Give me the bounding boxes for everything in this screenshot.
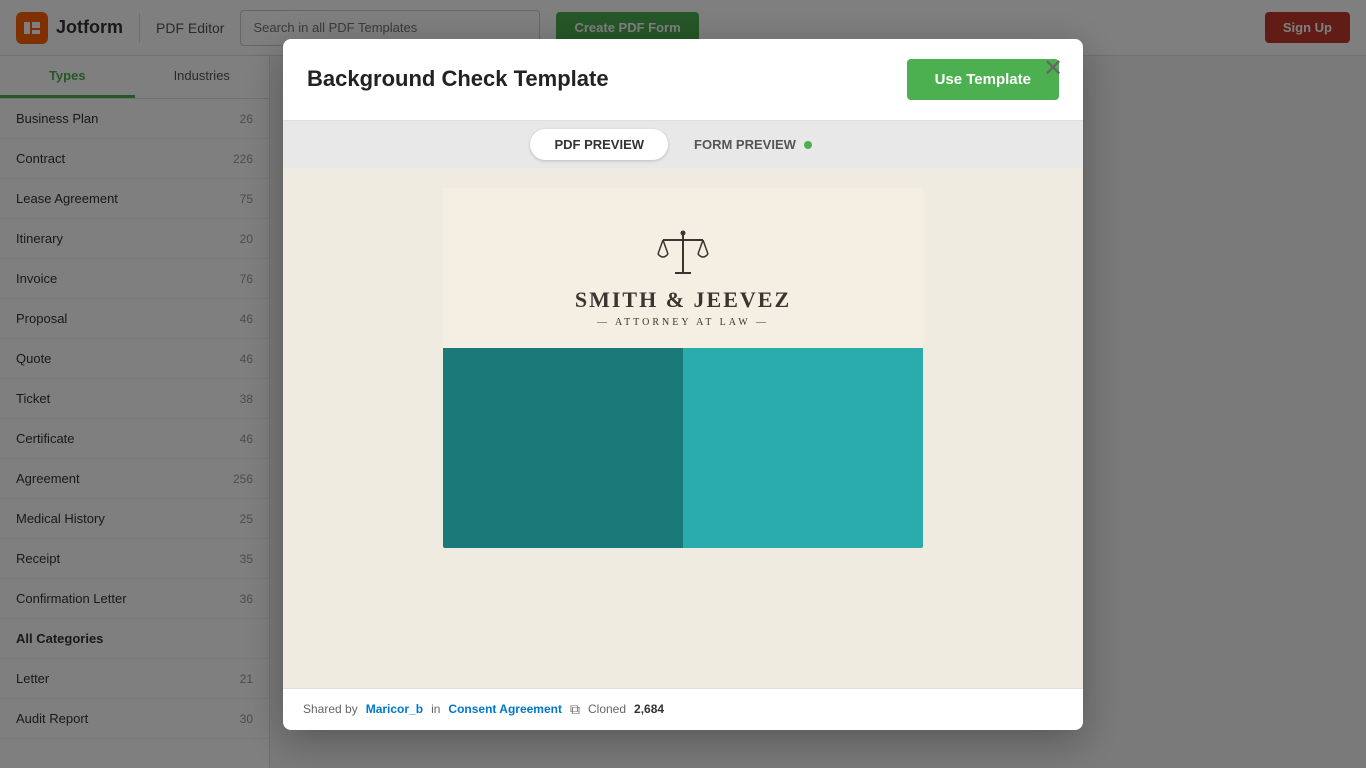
form-preview-dot [804, 141, 812, 149]
category-link[interactable]: Consent Agreement [448, 702, 562, 716]
cloned-count: 2,684 [634, 702, 664, 716]
scales-icon [653, 228, 713, 283]
pdf-page: SMITH & JEEVEZ — ATTORNEY AT LAW — [443, 188, 923, 548]
modal-overlay[interactable]: ✕ Background Check Template Use Template… [0, 0, 1366, 768]
form-preview-tab[interactable]: FORM PREVIEW [670, 129, 835, 160]
preview-tabs: PDF PREVIEW FORM PREVIEW [283, 121, 1083, 168]
author-link[interactable]: Maricor_b [366, 702, 423, 716]
in-label: in [431, 702, 440, 716]
shared-by-label: Shared by [303, 702, 358, 716]
clone-icon: ⧉ [570, 701, 580, 718]
modal-close-button[interactable]: ✕ [1035, 51, 1071, 87]
firm-name: SMITH & JEEVEZ [575, 287, 791, 313]
law-logo: SMITH & JEEVEZ — ATTORNEY AT LAW — [463, 228, 903, 328]
pdf-preview-container: SMITH & JEEVEZ — ATTORNEY AT LAW — [283, 168, 1083, 688]
pdf-header-section: SMITH & JEEVEZ — ATTORNEY AT LAW — [443, 188, 923, 348]
pdf-preview-tab[interactable]: PDF PREVIEW [530, 129, 668, 160]
modal-footer: Shared by Maricor_b in Consent Agreement… [283, 688, 1083, 730]
firm-subtitle: — ATTORNEY AT LAW — [597, 317, 769, 328]
pdf-body-section [443, 348, 923, 548]
modal: ✕ Background Check Template Use Template… [283, 39, 1083, 730]
modal-header: Background Check Template Use Template [283, 39, 1083, 121]
modal-title: Background Check Template [307, 66, 609, 92]
cloned-label: Cloned [588, 702, 626, 716]
pdf-col-right [683, 348, 923, 548]
pdf-col-left [443, 348, 683, 548]
preview-content: SMITH & JEEVEZ — ATTORNEY AT LAW — [283, 168, 1083, 688]
